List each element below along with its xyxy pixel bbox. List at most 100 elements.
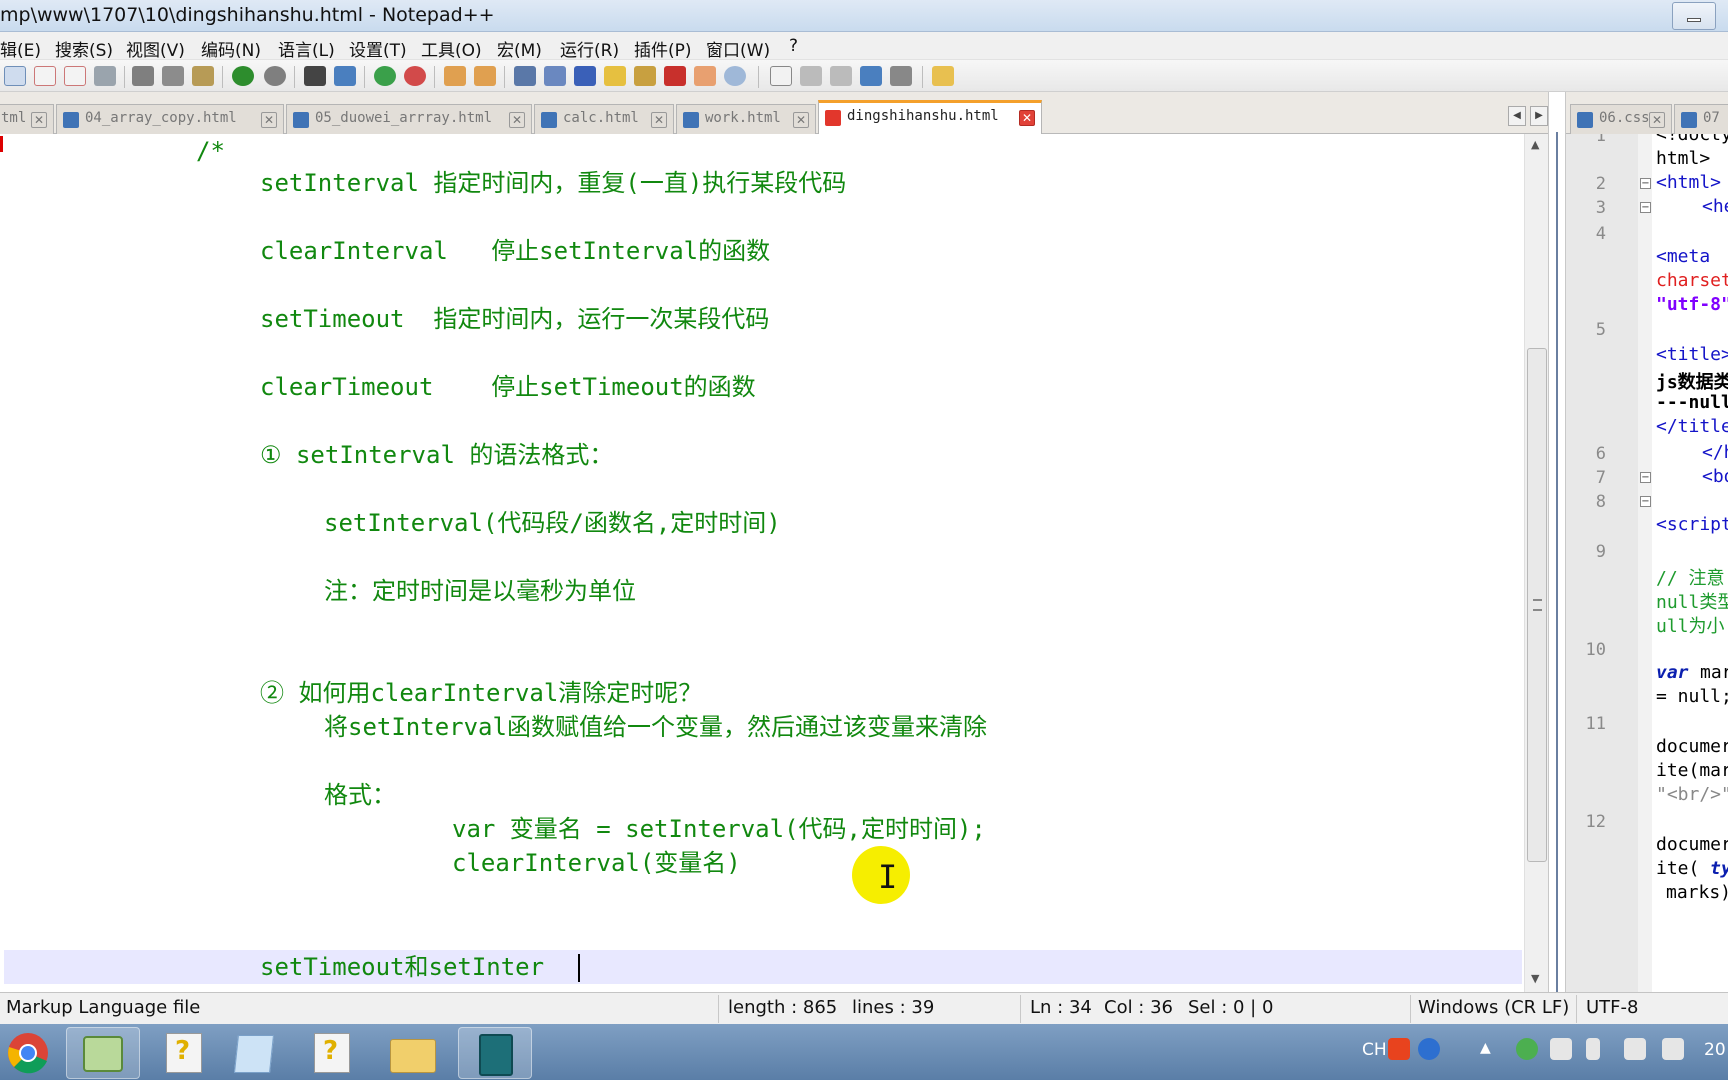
redo-icon[interactable] xyxy=(264,66,286,86)
monitoring-icon[interactable] xyxy=(724,66,746,86)
volume-icon[interactable] xyxy=(1662,1038,1684,1060)
close-icon[interactable]: ✕ xyxy=(509,112,525,128)
open-file-icon[interactable] xyxy=(34,66,56,86)
menu-search[interactable]: 搜索(S) xyxy=(55,36,113,61)
close-icon[interactable]: ✕ xyxy=(651,112,667,128)
folder-workspace-icon[interactable] xyxy=(694,66,716,86)
close-icon[interactable]: ✕ xyxy=(793,112,809,128)
menu-settings[interactable]: 设置(T) xyxy=(349,36,407,61)
browser-tray-icon[interactable] xyxy=(1516,1038,1538,1060)
action-center-icon[interactable] xyxy=(1550,1038,1572,1060)
function-list-icon[interactable] xyxy=(664,66,686,86)
line-number: 6 xyxy=(1595,444,1606,464)
menu-edit[interactable]: 辑(E) xyxy=(0,36,41,61)
menu-run[interactable]: 运行(R) xyxy=(560,36,619,61)
network-icon[interactable] xyxy=(1624,1038,1646,1060)
play-macro-icon[interactable] xyxy=(830,66,852,86)
paste-icon[interactable] xyxy=(192,66,214,86)
menu-language[interactable]: 语言(L) xyxy=(278,36,335,61)
indent-guide-icon[interactable] xyxy=(574,66,596,86)
view-splitter[interactable] xyxy=(1548,92,1566,1080)
tab-07[interactable]: 07 xyxy=(1674,104,1728,134)
fold-toggle-icon[interactable]: − xyxy=(1640,178,1651,189)
status-lines: lines : 39 xyxy=(852,997,935,1018)
replace-icon[interactable] xyxy=(334,66,356,86)
minimize-button[interactable] xyxy=(1672,2,1716,30)
menu-encoding[interactable]: 编码(N) xyxy=(201,36,261,61)
undo-icon[interactable] xyxy=(232,66,254,86)
code-line: clearTimeout 停止setTimeout的函数 xyxy=(260,373,756,401)
close-icon[interactable]: ✕ xyxy=(31,112,47,128)
notepadpp-task[interactable] xyxy=(66,1027,140,1079)
secondary-editor[interactable]: 1 2 3 4 5 6 7 8 9 10 11 12 − − − − <!doc… xyxy=(1566,134,1728,992)
menu-tools[interactable]: 工具(O) xyxy=(421,36,482,61)
close-icon[interactable]: ✕ xyxy=(1019,110,1035,126)
menu-window[interactable]: 窗口(W) xyxy=(706,36,770,61)
menu-help[interactable]: ? xyxy=(789,36,798,56)
code-line: null类型 xyxy=(1656,592,1728,613)
print-icon[interactable] xyxy=(94,66,116,86)
record-macro-icon[interactable] xyxy=(770,66,792,86)
save-icon[interactable] xyxy=(64,66,86,86)
word-wrap-icon[interactable] xyxy=(514,66,536,86)
file-saved-icon xyxy=(541,112,557,128)
app-task[interactable] xyxy=(458,1027,532,1079)
notepad-task[interactable] xyxy=(220,1027,294,1079)
save-macro-icon[interactable] xyxy=(890,66,912,86)
tab-duowei-arrray[interactable]: 05_duowei_arrray.html ✕ xyxy=(286,104,532,134)
close-icon[interactable]: ✕ xyxy=(261,112,277,128)
run-macro-multiple-icon[interactable] xyxy=(860,66,882,86)
doc-map-icon[interactable] xyxy=(634,66,656,86)
clock[interactable]: 20 xyxy=(1704,1040,1726,1060)
scroll-up-icon[interactable]: ▲ xyxy=(1531,138,1539,151)
fold-toggle-icon[interactable]: − xyxy=(1640,496,1651,507)
scroll-down-icon[interactable]: ▼ xyxy=(1531,972,1539,985)
scrollbar-thumb[interactable] xyxy=(1527,348,1547,862)
new-file-icon[interactable] xyxy=(4,66,26,86)
code-line: <html> xyxy=(1656,172,1722,193)
tab-work[interactable]: work.html ✕ xyxy=(676,104,816,134)
tab-scroll-right-icon[interactable]: ▶ xyxy=(1530,106,1548,126)
tab-dingshihanshu[interactable]: dingshihanshu.html ✕ xyxy=(818,100,1042,135)
vertical-scrollbar[interactable]: ▲ ▼ xyxy=(1524,134,1548,992)
menu-bar: 辑(E) 搜索(S) 视图(V) 编码(N) 语言(L) 设置(T) 工具(O)… xyxy=(0,32,1728,61)
toolbar-divider xyxy=(434,66,435,88)
plugin-icon[interactable] xyxy=(932,66,954,86)
input-language[interactable]: CH xyxy=(1362,1040,1387,1060)
tray-expand-icon[interactable]: ▲ xyxy=(1480,1040,1491,1056)
chrome-icon[interactable] xyxy=(0,1027,56,1079)
menu-plugins[interactable]: 插件(P) xyxy=(634,36,692,61)
menu-macro[interactable]: 宏(M) xyxy=(497,36,542,61)
tab-css[interactable]: 06.css ✕ xyxy=(1570,104,1672,134)
help-tray-icon[interactable] xyxy=(1418,1038,1440,1060)
code-editor[interactable]: /* setInterval 指定时间内，重复(一直)执行某段代码 clearI… xyxy=(0,134,1534,992)
zoom-in-icon[interactable] xyxy=(374,66,396,86)
status-divider xyxy=(1410,995,1411,1023)
find-icon[interactable] xyxy=(304,66,326,86)
sync-horizontal-icon[interactable] xyxy=(474,66,496,86)
explorer-task[interactable] xyxy=(378,1027,452,1079)
sogou-icon[interactable] xyxy=(1388,1038,1410,1060)
fold-toggle-icon[interactable]: − xyxy=(1640,472,1651,483)
sync-vertical-icon[interactable] xyxy=(444,66,466,86)
tab-scroll-left-icon[interactable]: ◀ xyxy=(1508,106,1526,126)
help-task-2[interactable]: ? xyxy=(298,1027,372,1079)
user-language-icon[interactable] xyxy=(604,66,626,86)
help-task[interactable]: ? xyxy=(150,1027,224,1079)
cut-icon[interactable] xyxy=(132,66,154,86)
zoom-out-icon[interactable] xyxy=(404,66,426,86)
code-line: 将setInterval函数赋值给一个变量，然后通过该变量来清除 xyxy=(324,713,987,741)
stop-macro-icon[interactable] xyxy=(800,66,822,86)
close-icon[interactable]: ✕ xyxy=(1649,112,1665,128)
copy-icon[interactable] xyxy=(162,66,184,86)
tab-array-copy[interactable]: 04_array_copy.html ✕ xyxy=(56,104,284,134)
show-all-chars-icon[interactable] xyxy=(544,66,566,86)
battery-icon[interactable] xyxy=(1586,1038,1600,1060)
menu-view[interactable]: 视图(V) xyxy=(126,36,185,61)
tab-prev-html[interactable]: tml ✕ xyxy=(0,104,54,134)
tab-calc[interactable]: calc.html ✕ xyxy=(534,104,674,134)
code-line: ite( xyxy=(1656,858,1700,879)
status-bar: Markup Language file length : 865 lines … xyxy=(0,992,1728,1024)
code-line: setTimeout 指定时间内，运行一次某段代码 xyxy=(260,305,770,333)
fold-toggle-icon[interactable]: − xyxy=(1640,202,1651,213)
